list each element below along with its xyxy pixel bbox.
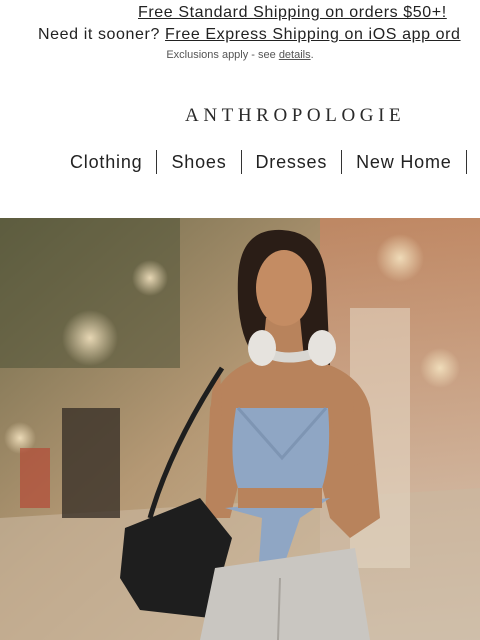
express-shipping-prefix: Need it sooner?: [38, 26, 166, 43]
nav-item-shoes[interactable]: Shoes: [171, 152, 226, 173]
promo-line-express-shipping: Need it sooner? Free Express Shipping on…: [38, 26, 461, 44]
nav-divider: [465, 150, 467, 174]
promo-line-standard-shipping: Free Standard Shipping on orders $50+!: [138, 4, 447, 22]
standard-shipping-link[interactable]: Free Standard Shipping on orders $50+!: [138, 4, 447, 21]
hero-banner-image[interactable]: [0, 218, 480, 640]
nav-item-dresses[interactable]: Dresses: [256, 152, 328, 173]
express-shipping-link[interactable]: Free Express Shipping on iOS app ord: [165, 26, 461, 43]
nav-divider: [156, 150, 158, 174]
exclusions-note: Exclusions apply - see details.: [0, 49, 480, 61]
brand-logo[interactable]: ANTHROPOLOGIE: [185, 105, 405, 127]
exclusions-suffix: .: [310, 49, 314, 61]
nav-divider: [341, 150, 343, 174]
exclusions-details-link[interactable]: details: [279, 49, 311, 61]
hero-illustration: [0, 218, 480, 640]
nav-divider: [240, 150, 242, 174]
exclusions-prefix: Exclusions apply - see: [166, 49, 279, 61]
main-nav: Clothing Shoes Dresses New Home B: [70, 148, 480, 176]
nav-item-clothing[interactable]: Clothing: [70, 152, 142, 173]
nav-item-new-home[interactable]: New Home: [356, 152, 451, 173]
